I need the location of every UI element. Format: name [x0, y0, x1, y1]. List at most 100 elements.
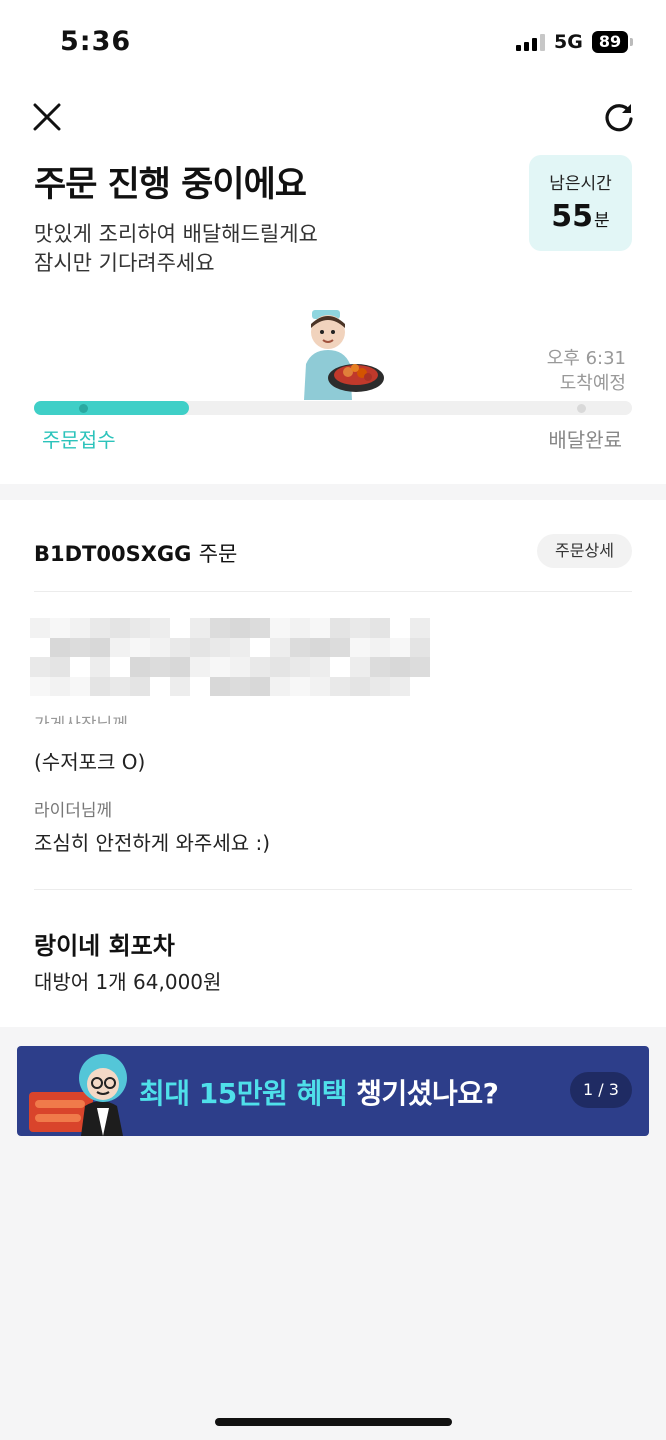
redacted-cell: [350, 676, 370, 696]
redacted-cell: [70, 676, 90, 696]
progress-end-label: 배달완료: [548, 428, 622, 452]
order-detail-button[interactable]: 주문상세: [537, 534, 632, 568]
divider: [34, 889, 632, 890]
progress-track: [34, 401, 632, 415]
close-icon: [33, 103, 61, 131]
redacted-cell: [390, 618, 410, 638]
redacted-cell: [50, 637, 70, 657]
redacted-cell: [190, 618, 210, 638]
redacted-cell: [270, 676, 290, 696]
redacted-cell: [50, 657, 70, 677]
redacted-address: [30, 618, 430, 696]
redacted-cell: [330, 676, 350, 696]
redacted-cell: [110, 676, 130, 696]
redacted-cell: [130, 657, 150, 677]
mascot-icon: [29, 1054, 127, 1136]
redacted-cell: [30, 637, 50, 657]
redacted-cell: [110, 618, 130, 638]
redacted-cell: [70, 618, 90, 638]
redacted-cell: [150, 637, 170, 657]
progress-end-dot: [577, 404, 586, 413]
store-note: (수저포크 O): [34, 750, 146, 774]
rider-note-label: 라이더님께: [34, 801, 113, 821]
redacted-cell: [170, 637, 190, 657]
redacted-cell: [250, 637, 270, 657]
redacted-cell: [170, 618, 190, 638]
redacted-cell: [290, 676, 310, 696]
redacted-cell: [270, 657, 290, 677]
order-number: B1DT00SXGG 주문: [34, 542, 238, 566]
redacted-cell: [250, 657, 270, 677]
redacted-cell: [150, 618, 170, 638]
refresh-button[interactable]: [602, 100, 636, 134]
redacted-cell: [70, 657, 90, 677]
redacted-cell: [90, 618, 110, 638]
progress-start-dot: [79, 404, 88, 413]
redacted-cell: [410, 618, 430, 638]
redacted-cell: [410, 676, 430, 696]
store-note-label: 가게사장님께: [34, 710, 128, 724]
redacted-cell: [310, 618, 330, 638]
redacted-cell: [210, 618, 230, 638]
redacted-cell: [90, 657, 110, 677]
remaining-time-label: 남은시간: [549, 174, 612, 194]
battery-icon: 89: [592, 31, 628, 53]
redacted-cell: [110, 637, 130, 657]
redacted-cell: [370, 657, 390, 677]
redacted-cell: [290, 637, 310, 657]
redacted-cell: [230, 657, 250, 677]
eta-info: 오후 6:31 도착예정: [547, 346, 626, 396]
remaining-time-value: 55분: [551, 199, 610, 234]
redacted-cell: [150, 657, 170, 677]
redacted-cell: [130, 676, 150, 696]
redacted-cell: [210, 637, 230, 657]
redacted-cell: [370, 676, 390, 696]
store-name: 랑이네 회포차: [34, 932, 175, 960]
chef-character-icon: [304, 310, 384, 400]
redacted-cell: [230, 618, 250, 638]
eta-label: 도착예정: [559, 373, 626, 394]
redacted-cell: [170, 657, 190, 677]
redacted-cell: [410, 637, 430, 657]
redacted-cell: [330, 657, 350, 677]
redacted-cell: [290, 618, 310, 638]
redacted-cell: [210, 657, 230, 677]
eta-time: 오후 6:31: [546, 348, 626, 369]
subtitle-line-1: 맛있게 조리하여 배달해드릴게요: [34, 222, 318, 246]
banner-pager: 1 / 3: [570, 1072, 632, 1108]
order-status-section: 5:36 5G 89 주문 진행 중이에요 맛있게 조리하여 배달해드릴게요 잠…: [0, 0, 666, 484]
close-button[interactable]: [30, 100, 64, 134]
redacted-cell: [110, 657, 130, 677]
redacted-cell: [150, 676, 170, 696]
battery-tip: [630, 38, 633, 46]
redacted-cell: [250, 618, 270, 638]
redacted-cell: [190, 657, 210, 677]
redacted-cell: [50, 676, 70, 696]
banner-text: 최대 15만원 혜택 챙기셨나요?: [139, 1077, 499, 1110]
refresh-icon: [605, 104, 633, 132]
redacted-cell: [30, 618, 50, 638]
promo-banner[interactable]: 최대 15만원 혜택 챙기셨나요? 1 / 3: [17, 1046, 649, 1136]
redacted-cell: [390, 657, 410, 677]
redacted-cell: [170, 676, 190, 696]
progress-fill: [34, 401, 190, 415]
redacted-cell: [70, 637, 90, 657]
menu-line: 대방어 1개 64,000원: [34, 970, 222, 994]
redacted-cell: [350, 637, 370, 657]
order-card: B1DT00SXGG 주문 주문상세 가게사장님께 (수저포크 O) 라이더님께…: [0, 500, 666, 1027]
redacted-cell: [190, 676, 210, 696]
redacted-cell: [330, 618, 350, 638]
redacted-cell: [310, 637, 330, 657]
redacted-cell: [130, 637, 150, 657]
redacted-cell: [30, 676, 50, 696]
redacted-cell: [50, 618, 70, 638]
status-time: 5:36: [60, 26, 132, 57]
redacted-cell: [350, 657, 370, 677]
redacted-cell: [30, 657, 50, 677]
divider: [34, 591, 632, 592]
redacted-cell: [290, 657, 310, 677]
network-label: 5G: [554, 31, 583, 53]
redacted-cell: [390, 676, 410, 696]
redacted-cell: [250, 676, 270, 696]
redacted-cell: [230, 676, 250, 696]
